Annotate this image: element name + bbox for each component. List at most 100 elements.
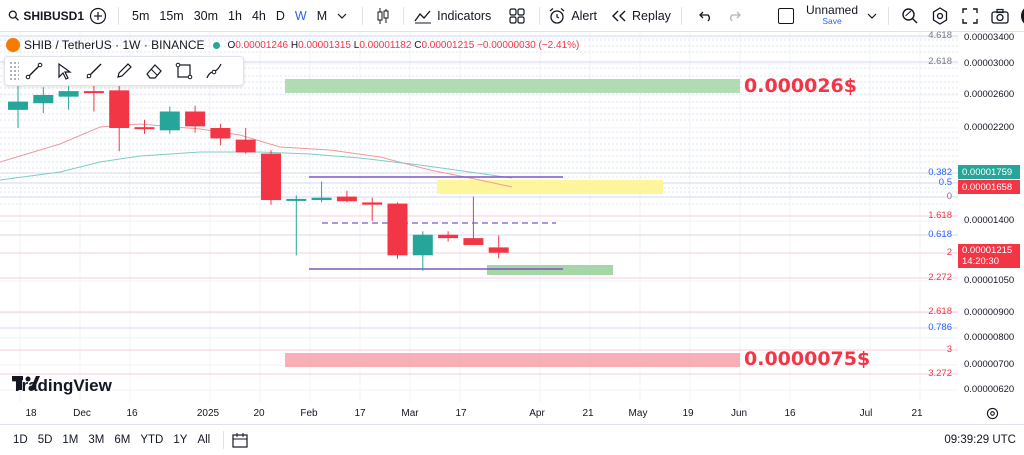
layout-dropdown[interactable] [862,13,882,19]
layout-name-button[interactable]: Unnamed Save [806,4,858,27]
bottom-toolbar: 1D 5D 1M 3M 6M YTD 1Y All 09:39:29 UTC [0,424,1024,455]
path-tool[interactable] [199,57,229,85]
trend-line-tool[interactable] [19,57,49,85]
candle-down [134,127,155,130]
range-1d[interactable]: 1D [8,434,33,446]
candle-down [83,91,104,94]
date-range-group: 1D 5D 1M 3M 6M YTD 1Y All [8,434,215,446]
time-axis-label: Apr [529,408,545,419]
timeframe-dropdown[interactable] [332,13,352,19]
tradingview-watermark: TradingView [12,376,112,396]
indicators-button[interactable]: Indicators [414,0,491,32]
gear-icon [932,7,948,25]
separator [403,6,405,25]
timeframe-4h[interactable]: 4h [247,9,271,23]
time-axis-label: 17 [354,408,366,419]
timeframe-W[interactable]: W [290,9,312,23]
time-axis-label: 21 [911,408,923,419]
eraser-tool[interactable] [139,57,169,85]
settings-button[interactable] [925,7,955,25]
price-axis[interactable]: 0.00003400 0.00003000 0.00002600 0.00002200… [958,32,1024,424]
timeframe-30m[interactable]: 30m [189,9,223,23]
candle-up [311,197,332,201]
range-1m[interactable]: 1M [57,434,83,446]
range-3m[interactable]: 3M [83,434,109,446]
quick-search-button[interactable] [895,7,925,25]
separator [223,431,225,449]
range-1y[interactable]: 1Y [168,434,192,446]
alarm-clock-icon [549,7,565,24]
ray-tool[interactable] [79,57,109,85]
replay-label: Replay [632,8,671,23]
fib-label: 1.618 [928,210,952,221]
cursor-tool[interactable] [49,57,79,85]
axis-settings-button[interactable] [984,405,1000,421]
chevron-down-icon [867,13,877,19]
cursor-arrow-icon [58,62,72,80]
support-zone [285,353,740,367]
symbol-search[interactable]: SHIBUSD1 [0,0,84,32]
time-axis-label: Mar [401,408,419,419]
fib-label: 3.272 [928,368,952,379]
candle-down [387,203,408,256]
time-axis-label: 20 [253,408,265,419]
timeframe-D[interactable]: D [271,9,290,23]
utc-clock[interactable]: 09:39:29 UTC [944,434,1016,446]
fib-label: 3 [946,344,952,355]
time-axis-label: 18 [25,408,37,419]
time-axis-label: 2025 [196,408,220,419]
replay-button[interactable]: Replay [611,0,671,32]
goto-date-button[interactable] [232,432,248,448]
search-icon [8,10,19,21]
price-axis-label: 0.00000800 [964,332,1015,343]
magnifier-icon [902,8,918,24]
ray-line-icon [86,63,102,79]
time-axis[interactable]: 18 Dec 16 2025 20 Feb 17 Mar 17 Apr 21 May 19 Jun 16 Ju… [0,402,958,424]
time-axis-label: May [628,408,648,419]
redo-button[interactable] [720,10,748,22]
range-5d[interactable]: 5D [33,434,58,446]
fullscreen-button[interactable] [955,8,985,24]
pencil-icon [117,63,132,78]
layout-checkbox[interactable] [778,8,794,24]
candle-down [235,139,256,153]
candle-down [261,153,281,201]
chart-area[interactable]: 0.000026$ 0.0000075$ 0.00001759 0.000016… [0,32,1024,424]
rectangle-tool[interactable] [169,57,199,85]
alert-label: Alert [571,8,598,23]
legend-title[interactable]: SHIB / TetherUS · 1W · BINANCE [24,38,205,52]
fib-label: 0 [946,191,952,202]
candle-down [109,90,130,128]
undo-button[interactable] [692,10,720,22]
camera-icon [991,8,1009,24]
range-all[interactable]: All [192,434,215,446]
fib-label: 2.618 [928,306,952,317]
chart-canvas[interactable] [0,32,1024,424]
candle-up [58,91,79,97]
price-axis-label: 0.00002600 [964,89,1015,100]
templates-button[interactable] [503,7,531,24]
drag-handle[interactable] [9,61,19,81]
time-axis-label: 16 [784,408,796,419]
calendar-icon [232,433,248,448]
ohlc-values: O0.00001246 H0.00001315 L0.00001182 C0.0… [227,39,580,51]
candle-down [463,238,484,245]
brush-tool[interactable] [109,57,139,85]
price-axis-label: 0.00003000 [964,58,1015,69]
separator [680,6,682,25]
timeframe-5m[interactable]: 5m [127,9,154,23]
indicators-icon [414,10,432,23]
time-axis-label: Jun [730,408,748,419]
indicators-label: Indicators [437,8,492,23]
time-axis-label: Jul [859,408,873,419]
timeframe-1h[interactable]: 1h [223,9,247,23]
range-ytd[interactable]: YTD [135,434,168,446]
alert-button[interactable]: Alert [548,0,597,32]
timeframe-15m[interactable]: 15m [154,9,188,23]
range-6m[interactable]: 6M [109,434,135,446]
chart-type-button[interactable] [373,7,393,25]
timeframe-M[interactable]: M [312,9,332,23]
candle-down [210,128,231,139]
snapshot-button[interactable] [985,8,1015,24]
compare-symbol-button[interactable] [84,2,112,30]
